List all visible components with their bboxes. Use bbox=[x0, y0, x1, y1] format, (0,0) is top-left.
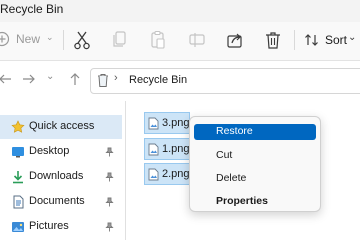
file-name: 1.png bbox=[162, 143, 190, 155]
chevron-down-icon: ⌄ bbox=[46, 32, 54, 42]
forward-arrow-icon[interactable] bbox=[22, 72, 36, 86]
address-bar[interactable]: › Recycle Bin bbox=[90, 68, 360, 94]
nav-item-label: Documents bbox=[29, 195, 85, 207]
menu-item-label: Restore bbox=[216, 125, 253, 137]
scissors-icon bbox=[72, 29, 94, 51]
menu-item-properties[interactable]: Properties bbox=[194, 194, 316, 210]
navigation-pane: Quick access Desktop Downloads Documents bbox=[0, 101, 126, 240]
window-title: Recycle Bin bbox=[0, 2, 64, 16]
nav-item-downloads[interactable]: Downloads bbox=[0, 165, 122, 189]
cut-button[interactable] bbox=[72, 29, 94, 51]
breadcrumb-recycle-bin[interactable]: Recycle Bin bbox=[129, 74, 187, 86]
copy-button[interactable] bbox=[110, 29, 132, 51]
delete-button[interactable] bbox=[263, 29, 285, 51]
menu-item-label: Properties bbox=[216, 195, 268, 207]
nav-item-label: Pictures bbox=[29, 220, 69, 232]
rename-icon bbox=[187, 29, 209, 51]
star-icon bbox=[11, 120, 25, 134]
sort-chevron-down-icon: ⌄ bbox=[348, 32, 357, 43]
nav-item-documents[interactable]: Documents bbox=[0, 190, 122, 214]
pictures-icon bbox=[11, 220, 25, 234]
command-bar: New ⌄ Sort ⌄ bbox=[0, 22, 360, 61]
file-name: 3.png bbox=[162, 117, 190, 129]
copy-icon bbox=[110, 29, 132, 51]
menu-item-label: Delete bbox=[216, 172, 247, 184]
share-button[interactable] bbox=[225, 29, 247, 51]
rename-button[interactable] bbox=[187, 29, 209, 51]
paste-icon bbox=[148, 29, 170, 51]
nav-item-label: Quick access bbox=[29, 120, 95, 132]
context-menu: Restore Cut Delete Properties bbox=[189, 116, 321, 212]
share-icon bbox=[225, 29, 247, 51]
sort-arrows-icon bbox=[304, 32, 320, 48]
recent-chevron-icon[interactable]: ⌄ bbox=[46, 71, 54, 82]
documents-icon bbox=[11, 195, 25, 209]
nav-item-quick-access[interactable]: Quick access bbox=[0, 115, 122, 139]
file-item[interactable]: 3.png bbox=[144, 112, 190, 134]
nav-item-desktop[interactable]: Desktop bbox=[0, 140, 122, 164]
new-button-label: New bbox=[16, 32, 41, 46]
file-item[interactable]: 2.png bbox=[144, 163, 190, 185]
breadcrumb-chevron-icon: › bbox=[114, 72, 118, 84]
file-item[interactable]: 1.png bbox=[144, 138, 190, 160]
nav-item-label: Downloads bbox=[29, 170, 84, 182]
png-file-icon bbox=[148, 117, 159, 130]
recycle-bin-icon bbox=[96, 73, 110, 88]
pin-icon[interactable] bbox=[105, 147, 114, 157]
sort-button[interactable]: Sort bbox=[304, 31, 354, 49]
png-file-icon bbox=[148, 143, 159, 156]
up-arrow-icon[interactable] bbox=[68, 72, 82, 86]
download-arrow-icon bbox=[11, 170, 25, 184]
paste-button[interactable] bbox=[148, 29, 170, 51]
pin-icon[interactable] bbox=[105, 172, 114, 182]
toolbar-separator bbox=[63, 30, 64, 50]
back-arrow-icon[interactable] bbox=[0, 72, 12, 86]
nav-item-pictures[interactable]: Pictures bbox=[0, 215, 122, 239]
menu-item-cut[interactable]: Cut bbox=[194, 148, 316, 164]
plus-circle-icon bbox=[0, 31, 10, 47]
png-file-icon bbox=[148, 168, 159, 181]
menu-item-restore[interactable]: Restore bbox=[194, 124, 316, 140]
sort-button-label: Sort bbox=[325, 33, 348, 47]
trash-icon bbox=[263, 29, 285, 51]
file-name: 2.png bbox=[162, 168, 190, 180]
pin-icon[interactable] bbox=[105, 222, 114, 232]
nav-item-label: Desktop bbox=[29, 145, 70, 157]
menu-item-label: Cut bbox=[216, 149, 233, 161]
toolbar-separator bbox=[294, 30, 295, 50]
menu-item-delete[interactable]: Delete bbox=[194, 171, 316, 187]
pin-icon[interactable] bbox=[105, 197, 114, 207]
desktop-folder-icon bbox=[11, 145, 25, 159]
